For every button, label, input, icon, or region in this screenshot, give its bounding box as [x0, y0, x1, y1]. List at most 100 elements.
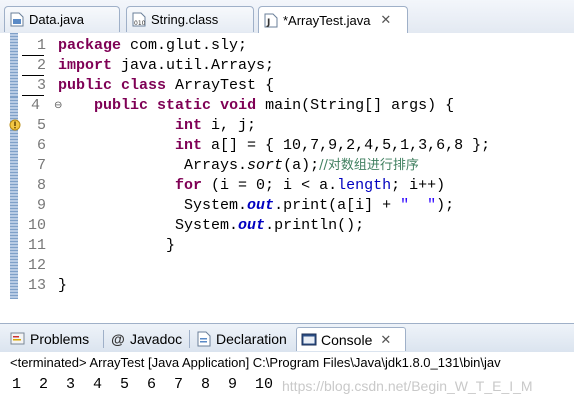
java-file-icon: J: [263, 12, 279, 28]
editor-tab-bar: Data.java 010 String.class J *ArrayTest.…: [0, 0, 574, 34]
code-text-segment: .print(a[i] +: [274, 197, 401, 214]
watermark: https://blog.csdn.net/Begin_W_T_E_I_M: [282, 378, 533, 394]
view-tab-bar: Problems @ Javadoc Declaration Console ✕: [0, 323, 574, 353]
line-number: 6: [36, 137, 46, 154]
tab-declaration[interactable]: Declaration: [192, 327, 294, 351]
keyword: static: [157, 97, 212, 114]
code-text-segment: System.: [175, 217, 239, 234]
line-number: 1: [36, 37, 46, 54]
line-number: 9: [36, 197, 46, 214]
console-view[interactable]: <terminated> ArrayTest [Java Application…: [0, 352, 574, 410]
code-editor[interactable]: 1 2 3 4 5 6 7 8 9 10 11 12 13 ⊖ package …: [0, 33, 574, 323]
line-number: 7: [36, 157, 46, 174]
code-text-segment: main(String[] args) {: [256, 97, 455, 114]
tab-label: Console: [321, 331, 373, 348]
keyword: import: [58, 57, 113, 74]
method-name: sort: [247, 157, 284, 174]
code-line-3: public class ArrayTest {: [58, 76, 274, 96]
tab-arraytest-java[interactable]: J *ArrayTest.java ✕: [258, 6, 408, 33]
code-text-segment: Arrays.: [184, 157, 248, 174]
svg-text:J: J: [266, 18, 270, 28]
console-icon: [301, 332, 317, 348]
static-field-name: out: [238, 217, 266, 234]
keyword: void: [220, 97, 257, 114]
tab-label: Data.java: [29, 12, 84, 27]
static-field-name: out: [247, 197, 275, 214]
line-marker: [22, 75, 44, 76]
code-line-11: }: [58, 236, 175, 256]
tab-label: *ArrayTest.java: [283, 12, 371, 28]
declaration-icon: [196, 331, 212, 347]
tab-data-java[interactable]: Data.java: [4, 6, 120, 32]
line-marker: [22, 55, 44, 56]
close-icon[interactable]: ✕: [380, 12, 391, 28]
code-line-9: System.out.print(a[i] + " ");: [58, 196, 454, 216]
svg-text:010: 010: [134, 20, 146, 27]
code-line-2: import java.util.Arrays;: [58, 56, 274, 76]
problems-icon: [10, 331, 26, 347]
ruler-band: [10, 33, 18, 97]
code-text-segment: com.glut.sly;: [121, 37, 248, 54]
tab-separator: [103, 330, 104, 348]
tab-label: Problems: [30, 331, 90, 347]
code-text-segment: (a);: [283, 157, 320, 174]
line-number: 3: [36, 77, 46, 94]
code-text-segment: System.: [184, 197, 248, 214]
line-number: 11: [27, 237, 46, 254]
field-name: length: [337, 177, 392, 194]
line-number: 5: [36, 117, 46, 134]
tab-label: Javadoc: [130, 331, 183, 347]
line-marker: [22, 95, 44, 96]
line-number: 2: [36, 57, 46, 74]
code-comment: //对数组进行排序: [319, 158, 419, 173]
tab-string-class[interactable]: 010 String.class: [126, 6, 254, 32]
java-file-icon: [9, 12, 25, 28]
code-text-segment: }: [58, 277, 68, 294]
code-line-6: int a[] = { 10,7,9,2,4,5,1,3,6,8 };: [58, 136, 490, 156]
class-file-icon: 010: [131, 12, 147, 28]
keyword: int: [175, 117, 203, 134]
code-line-10: System.out.println();: [58, 216, 364, 236]
code-text-segment: a[] = { 10,7,9,2,4,5,1,3,6,8 };: [202, 137, 491, 154]
code-text-segment: }: [166, 237, 176, 254]
keyword: package: [58, 37, 122, 54]
console-output[interactable]: 1 2 3 4 5 6 7 8 9 10: [12, 376, 273, 393]
tab-console[interactable]: Console ✕: [296, 327, 406, 351]
close-icon[interactable]: ✕: [380, 332, 391, 348]
code-text-segment: (i = 0; i < a.: [202, 177, 338, 194]
keyword: public: [94, 97, 149, 114]
line-number: 4: [30, 97, 40, 114]
tab-label: Declaration: [216, 331, 287, 347]
keyword: class: [121, 77, 167, 94]
code-text-segment: ArrayTest {: [166, 77, 275, 94]
tab-label: String.class: [151, 12, 219, 27]
code-line-1: package com.glut.sly;: [58, 36, 247, 56]
code-line-8: for (i = 0; i < a.length; i++): [58, 176, 445, 196]
keyword: int: [175, 137, 203, 154]
line-number: 13: [27, 277, 46, 294]
tab-javadoc[interactable]: @ Javadoc: [106, 327, 188, 351]
code-line-4: public static void main(String[] args) {: [58, 96, 454, 116]
tab-problems[interactable]: Problems: [6, 327, 102, 351]
editor-horizontal-scroll-area[interactable]: [0, 303, 574, 323]
code-text-segment: java.util.Arrays;: [112, 57, 275, 74]
string-literal: " ": [400, 197, 437, 214]
change-ruler: [10, 33, 18, 299]
line-number: 12: [27, 257, 46, 274]
at-icon: @: [111, 331, 125, 347]
console-status-line: <terminated> ArrayTest [Java Application…: [10, 355, 501, 370]
tab-separator: [189, 330, 190, 348]
code-text-segment: );: [436, 197, 455, 214]
line-number: 10: [27, 217, 46, 234]
code-line-13: }: [58, 276, 67, 296]
code-text-segment: ; i++): [391, 177, 446, 194]
line-number: 8: [36, 177, 46, 194]
